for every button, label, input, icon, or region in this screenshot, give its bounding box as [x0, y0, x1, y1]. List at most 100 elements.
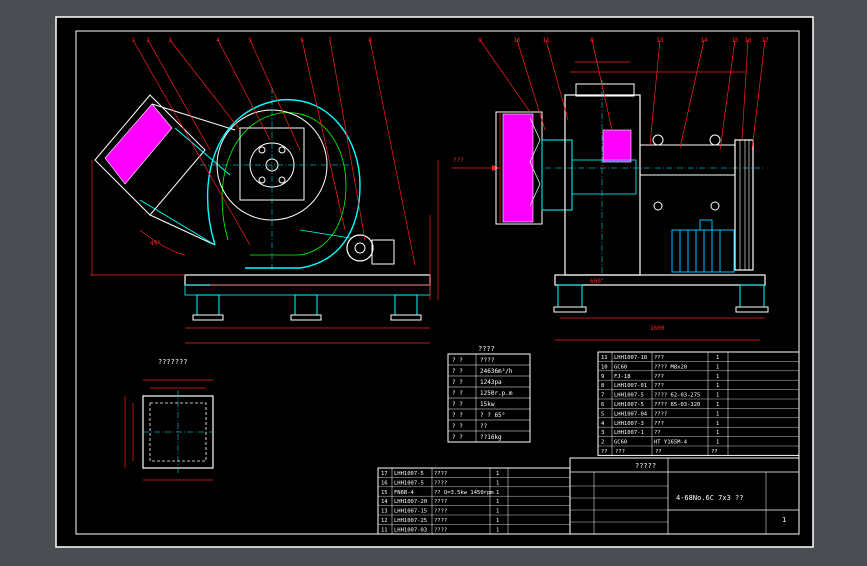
bom-no: 12	[381, 518, 388, 524]
sheet-number: 1	[782, 516, 786, 524]
bom-name: ????	[434, 509, 447, 515]
params-row: ? ? 1250r.p.m	[452, 390, 513, 397]
bom-name: ????	[434, 480, 447, 486]
right-width-label: 1600	[650, 325, 665, 332]
bom-no: 11	[601, 355, 608, 361]
balloon-label: 6	[300, 37, 304, 44]
bom-code: FN6B-4	[394, 490, 415, 496]
balloon-label: 9	[478, 37, 482, 44]
drawing-number: 4-68No.6C 7x3 ??	[676, 494, 743, 502]
bom-name: ????	[434, 471, 447, 477]
bom-code: FJ-18	[614, 374, 631, 380]
balloon-label: 14	[700, 37, 708, 44]
bom-qty: 1	[716, 411, 719, 417]
bom-name: ????	[434, 518, 447, 524]
params-value: ??16kg	[480, 434, 502, 441]
balloon-label: 3	[168, 37, 172, 44]
bom-qty: 1	[716, 402, 719, 408]
bom-no: 9	[601, 374, 604, 380]
bom-name: HT Y165M-4	[654, 440, 688, 446]
bom-qty: 1	[496, 499, 499, 505]
params-key: ? ?	[452, 401, 463, 408]
bom-qty: 1	[496, 527, 499, 533]
bom-code: LHH1007-10	[614, 355, 647, 361]
balloon-label: 13	[656, 37, 664, 44]
title-heading: ?????	[635, 462, 656, 470]
bom-no: 3	[601, 430, 604, 436]
bom-qty: 1	[716, 430, 719, 436]
cad-viewport[interactable]: 12345678 45° ??? 1600 600 9 10 11 8 13 1…	[0, 0, 867, 562]
params-value: 1243pa	[480, 379, 502, 386]
bom-code: LHH1007-04	[614, 411, 648, 417]
bom-header-cell: ??	[711, 449, 718, 455]
bom-code: LHH1007-03	[394, 527, 427, 533]
bom-name: ??	[654, 430, 661, 436]
bom-name: ???	[654, 421, 664, 427]
bom-no: 13	[381, 509, 388, 515]
params-key: ? ?	[452, 390, 463, 397]
balloon-label: 11	[542, 37, 550, 44]
bom-name: ????	[434, 499, 447, 505]
params-value: 1250r.p.m	[480, 390, 513, 397]
bom-qty: 1	[496, 509, 499, 515]
right-flow-label: ???	[453, 157, 464, 164]
balloon-label: 8	[590, 37, 594, 44]
bom-name: ?? Q=3.5kw 1450rpm	[434, 490, 494, 496]
front-filter	[502, 113, 534, 223]
balloon-label: 16	[744, 37, 752, 44]
bom-code: LHH1007-5	[394, 471, 424, 477]
bom-code: LHH1007-20	[394, 499, 427, 505]
bom-code: LHH1007-5	[614, 402, 644, 408]
bom-header-cell: ???	[615, 449, 625, 455]
bom-no: 15	[381, 490, 388, 496]
params-value: ? ? 65°	[480, 412, 505, 419]
params-row: ? ? 24636m³/h	[452, 368, 513, 375]
balloon-label: 5	[248, 37, 252, 44]
bom-no: 17	[381, 471, 388, 477]
bom-code: LHH1007-15	[394, 509, 427, 515]
bom-code: LHH1007-25	[394, 518, 427, 524]
params-key: ? ?	[452, 412, 463, 419]
params-value: 24636m³/h	[480, 368, 513, 375]
bom-name: ???	[654, 374, 664, 380]
bom-name: ????	[654, 411, 667, 417]
bom-code: LHH1007-01	[614, 383, 647, 389]
params-value: ????	[480, 357, 495, 364]
balloon-label: 17	[761, 37, 769, 44]
bom-name: ???	[654, 355, 664, 361]
bom-qty: 1	[716, 355, 719, 361]
bom-code: LHH1007-5	[614, 393, 644, 399]
params-key: ? ?	[452, 423, 463, 430]
params-key: ? ?	[452, 434, 463, 441]
params-key: ? ?	[452, 357, 463, 364]
params-title: ????	[478, 345, 495, 353]
bom-no: 16	[381, 480, 388, 486]
params-key: ? ?	[452, 368, 463, 375]
bom-no: 2	[601, 440, 604, 446]
bom-qty: 1	[716, 374, 719, 380]
bom-qty: 1	[496, 518, 499, 524]
bom-no: 7	[601, 393, 604, 399]
bom-no: 11	[381, 527, 388, 533]
bom-name: ???? 65-03-320	[654, 402, 700, 408]
params-value: ??	[480, 423, 488, 430]
balloon-label: 10	[513, 37, 521, 44]
bom-code: LHH1007-5	[394, 480, 424, 486]
params-value: 15kw	[480, 401, 495, 408]
balloon-label: 1	[131, 37, 135, 44]
drawing-canvas[interactable]: 12345678 45° ??? 1600 600 9 10 11 8 13 1…	[0, 0, 867, 562]
bom-code: LHH1007-1	[614, 430, 644, 436]
angle-label: 45°	[150, 240, 161, 247]
balloon-label: 4	[216, 37, 220, 44]
bom-name: ???? 62-03-275	[654, 393, 700, 399]
bom-no: 10	[601, 364, 608, 370]
bom-no: 8	[601, 383, 604, 389]
bom-name: ????	[434, 527, 447, 533]
bom-no: 6	[601, 402, 604, 408]
right-width2-label: 600	[590, 278, 601, 285]
bom-header-cell: ??	[601, 449, 608, 455]
bom-no: 5	[601, 411, 604, 417]
bom-qty: 1	[496, 480, 499, 486]
bom-qty: 1	[496, 490, 499, 496]
bom-qty: 1	[496, 471, 499, 477]
